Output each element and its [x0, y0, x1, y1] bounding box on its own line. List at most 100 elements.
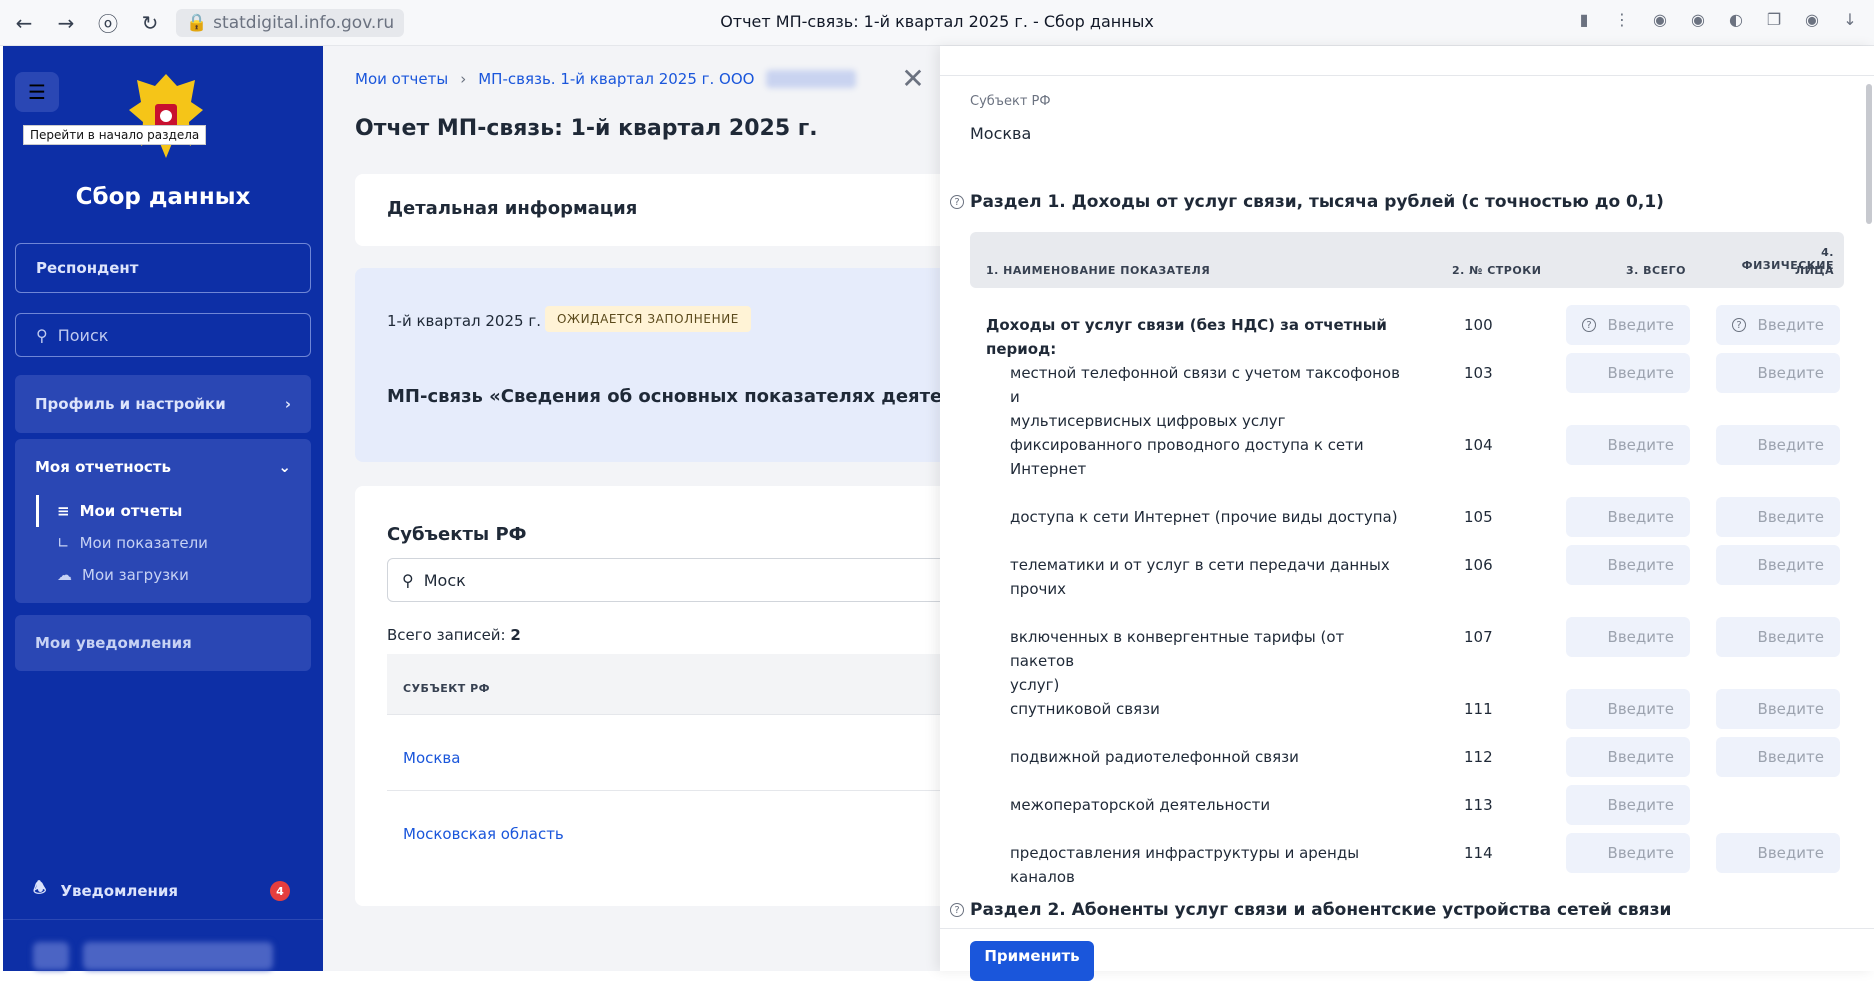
total-input[interactable]: Введите — [1566, 833, 1690, 873]
row-name-line: предоставления инфраструктуры и аренды — [1010, 844, 1360, 862]
respondent-button[interactable]: Респондент — [15, 243, 311, 293]
subject-label: Субъект РФ — [970, 94, 1051, 109]
individuals-input[interactable]: Введите — [1716, 353, 1840, 393]
row-name-line: мультисервисных цифровых услуг — [1010, 412, 1286, 430]
profile-label: Профиль и настройки — [35, 395, 226, 413]
row-number: 100 — [1464, 316, 1493, 334]
reload-icon[interactable]: ↻ — [132, 5, 168, 41]
sidebar-item-my-reports[interactable]: ≡ Мои отчеты — [36, 495, 311, 527]
individuals-input[interactable]: Введите — [1716, 689, 1840, 729]
individuals-input[interactable]: Введите — [1716, 833, 1840, 873]
forward-icon[interactable]: → — [48, 5, 84, 41]
help-icon[interactable]: ? — [1582, 318, 1596, 332]
row-name: доступа к сети Интернет (прочие виды дос… — [1010, 508, 1398, 526]
col-individuals-2: ЛИЦА — [1794, 264, 1834, 277]
total-input[interactable]: Введите — [1566, 545, 1690, 585]
subject-value: Москва — [970, 124, 1032, 143]
total-input[interactable]: ? Введите — [1566, 305, 1690, 345]
row-number: 103 — [1464, 364, 1493, 382]
extension-icon[interactable]: ◉ — [1798, 5, 1826, 33]
notifications-link[interactable]: 🕭 Уведомления — [33, 878, 178, 903]
total-input[interactable]: Введите — [1566, 353, 1690, 393]
coat-of-arms-icon — [129, 74, 203, 158]
table-row[interactable]: Москва — [387, 714, 940, 790]
redacted-text — [766, 70, 857, 88]
sidebar-item-my-indicators[interactable]: ∟ Мои показатели — [15, 527, 311, 559]
row-name: включенных в конвергентные тарифы (от па… — [1010, 625, 1400, 697]
search-icon: ⚲ — [402, 570, 414, 590]
sidebar-item-my-uploads[interactable]: ☁ Мои загрузки — [15, 559, 311, 591]
apply-button[interactable]: Применить — [970, 941, 1094, 981]
row-number: 112 — [1464, 748, 1493, 766]
row-name: подвижной радиотелефонной связи — [1010, 748, 1299, 766]
address-bar[interactable]: 🔒 statdigital.info.gov.ru — [176, 8, 405, 37]
search-placeholder: Поиск — [57, 325, 109, 345]
breadcrumb-link[interactable]: МП-связь. 1-й квартал 2025 г. ООО — [478, 70, 754, 88]
col-line: 2. № СТРОКИ — [1452, 264, 1542, 277]
help-icon[interactable]: ? — [1732, 318, 1746, 332]
menu-toggle-icon[interactable]: ☰ — [15, 72, 59, 112]
total-input[interactable]: Введите — [1566, 737, 1690, 777]
total-input[interactable]: Введите — [1566, 425, 1690, 465]
section-2-label: Раздел 2. Абоненты услуг связи и абонент… — [970, 900, 1672, 920]
row-number: 107 — [1464, 628, 1493, 646]
individuals-input[interactable]: ? Введите — [1716, 305, 1840, 345]
chevron-right-icon: › — [284, 395, 291, 413]
yandex-icon[interactable]: ⓞ — [90, 5, 126, 41]
row-number: 111 — [1464, 700, 1493, 718]
bookmark-icon[interactable]: ▮ — [1570, 5, 1598, 33]
my-reporting-label: Моя отчетность — [35, 458, 171, 476]
status-badge: ОЖИДАЕТСЯ ЗАПОЛНЕНИЕ — [545, 306, 751, 332]
individuals-input[interactable]: Введите — [1716, 737, 1840, 777]
breadcrumb-link[interactable]: Мои отчеты — [355, 70, 448, 88]
extension-icon[interactable]: ❐ — [1760, 5, 1788, 33]
extension-icon[interactable]: ◉ — [1684, 5, 1712, 33]
table-row[interactable]: Московская область — [387, 790, 940, 866]
individuals-input[interactable]: Введите — [1716, 617, 1840, 657]
download-icon[interactable]: ↓ — [1836, 5, 1864, 33]
notification-count-badge: 4 — [270, 881, 290, 901]
scrollbar[interactable] — [1866, 84, 1872, 224]
subject-search-input[interactable]: ⚲ Моск — [387, 558, 940, 602]
user-name-redacted — [83, 942, 273, 970]
sidebar-item-label: Мои загрузки — [82, 566, 189, 584]
row-name: Доходы от услуг связи (без НДС) за отчет… — [986, 316, 1387, 358]
profile-settings[interactable]: Профиль и настройки › — [15, 375, 311, 433]
section-1-label: Раздел 1. Доходы от услуг связи, тысяча … — [970, 192, 1664, 212]
row-name-line: Интернет — [1010, 460, 1087, 478]
menu-dots-icon[interactable]: ⋮ — [1608, 5, 1636, 33]
extension-icon[interactable]: ◐ — [1722, 5, 1750, 33]
avatar[interactable] — [33, 942, 69, 970]
my-reporting-toggle[interactable]: Моя отчетность ⌄ — [15, 439, 311, 495]
total-input[interactable]: Введите — [1566, 785, 1690, 825]
app-title: Сбор данных — [75, 184, 251, 210]
back-icon[interactable]: ← — [6, 5, 42, 41]
panel-footer: Применить — [940, 928, 1874, 981]
help-icon[interactable]: ? — [950, 903, 964, 917]
sidebar: ☰ Перейти в начало раздела Сбор данных Р… — [3, 46, 323, 971]
total-records: Всего записей: 2 — [387, 626, 521, 644]
section-2-title: ? Раздел 2. Абоненты услуг связи и абоне… — [950, 900, 1671, 920]
page-title: Отчет МП-связь: 1-й квартал 2025 г. — [355, 116, 818, 141]
tooltip: Перейти в начало раздела — [23, 125, 207, 145]
total-input[interactable]: Введите — [1566, 617, 1690, 657]
row-name-line: телематики и от услуг в сети передачи да… — [1010, 556, 1390, 574]
individuals-input[interactable]: Введите — [1716, 545, 1840, 585]
row-name-line: местной телефонной связи с учетом таксоф… — [1010, 364, 1400, 406]
row-name-line: фиксированного проводного доступа к сети — [1010, 436, 1364, 454]
row-number: 114 — [1464, 844, 1493, 862]
total-input[interactable]: Введите — [1566, 497, 1690, 537]
divider — [940, 75, 1874, 76]
detail-card[interactable]: Детальная информация — [355, 174, 940, 246]
individuals-input[interactable]: Введите — [1716, 497, 1840, 537]
my-notifications[interactable]: Мои уведомления — [15, 615, 311, 671]
extension-icon[interactable]: ◉ — [1646, 5, 1674, 33]
individuals-input[interactable]: Введите — [1716, 425, 1840, 465]
notifications-label: Уведомления — [60, 881, 179, 900]
divider — [3, 919, 323, 920]
sidebar-search[interactable]: ⚲ Поиск — [15, 313, 311, 357]
list-icon: ≡ — [57, 502, 70, 520]
close-icon[interactable]: ✕ — [895, 60, 931, 96]
help-icon[interactable]: ? — [950, 195, 964, 209]
total-input[interactable]: Введите — [1566, 689, 1690, 729]
